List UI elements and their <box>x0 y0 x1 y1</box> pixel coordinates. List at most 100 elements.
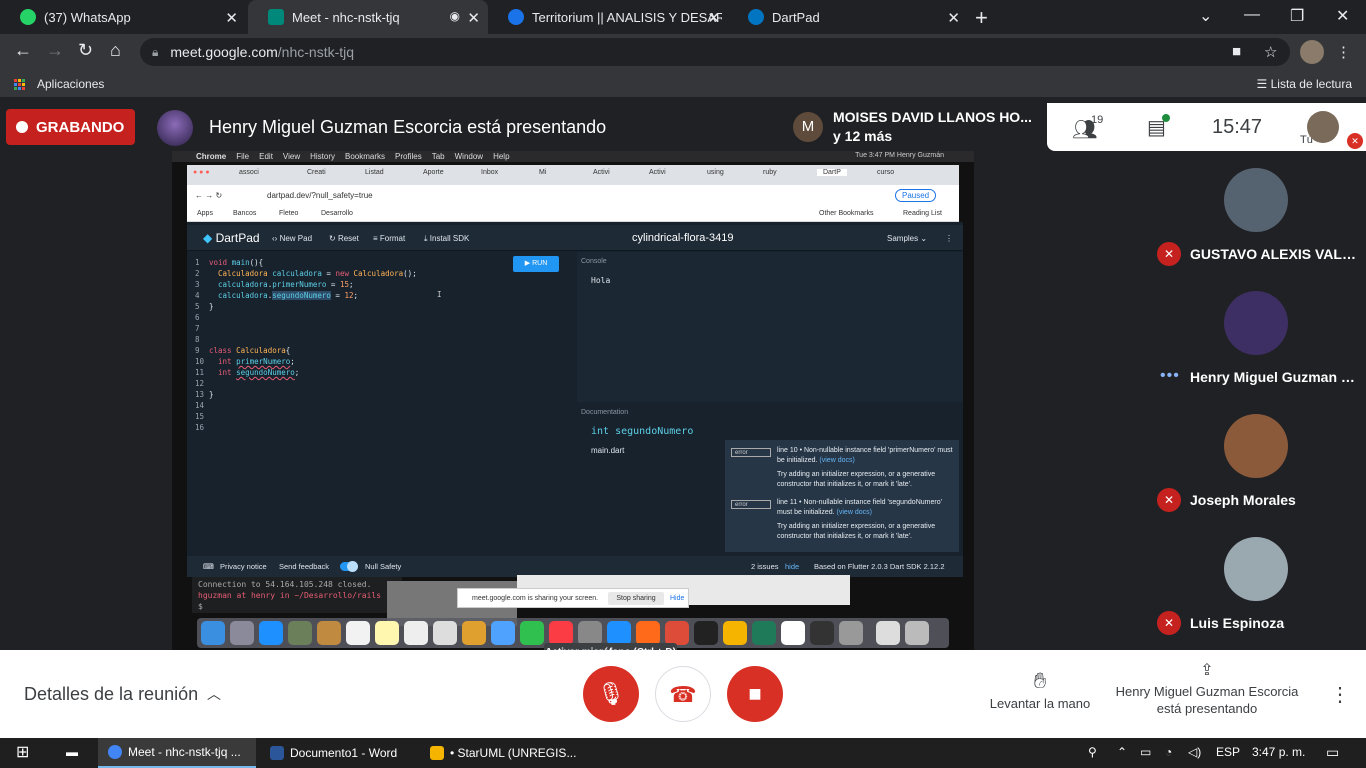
issue-message: line 10 • Non-nullable instance field 'p… <box>777 446 955 490</box>
keyboard-icon: ⌨ <box>203 562 214 571</box>
close-window-button[interactable]: ✕ <box>1336 6 1349 26</box>
menu-item: Chrome <box>196 152 227 161</box>
participant-name: Joseph Morales <box>1190 492 1296 508</box>
profile-avatar[interactable] <box>1300 40 1324 64</box>
camera-toggle-button[interactable]: ■ <box>727 666 783 722</box>
contacts-icon <box>317 621 341 645</box>
apps-label: Aplicaciones <box>37 77 105 91</box>
reload-icon[interactable]: ↻ <box>78 40 93 61</box>
system-clock[interactable]: 3:47 p. m. <box>1252 745 1305 759</box>
code-line: 6 <box>195 313 200 322</box>
inner-tab: Listad <box>365 169 384 176</box>
reading-list-label: Lista de lectura <box>1270 77 1352 91</box>
self-avatar[interactable] <box>1307 111 1339 143</box>
menu-item: File <box>236 152 250 161</box>
mic-toggle-button[interactable]: 🎙︎ <box>583 666 639 722</box>
camera-icon[interactable]: ■ <box>1232 43 1241 60</box>
github-icon <box>810 621 834 645</box>
people-icon[interactable]: ⚲ <box>1088 745 1097 759</box>
maximize-button[interactable]: ❐ <box>1290 6 1304 26</box>
stop-sharing-button: Stop sharing <box>608 592 664 605</box>
notifications-icon[interactable]: ▭ <box>1326 744 1339 761</box>
taskbar-item-word[interactable]: Documento1 - Word <box>260 738 418 768</box>
issue-tag: error <box>731 500 771 509</box>
trash-icon <box>905 621 929 645</box>
new-tab-button[interactable]: + <box>975 5 988 31</box>
dartpad-header: ◆ DartPad ‹› New Pad ↻ Reset ≡ Format ⤓ … <box>187 225 963 251</box>
presentation-status[interactable]: ⇪ Henry Miguel Guzman Escorcia está pres… <box>1110 662 1304 717</box>
notion-icon <box>781 621 805 645</box>
code-line: 15 <box>195 412 205 421</box>
new-pad-label: New Pad <box>279 234 313 243</box>
tab-dartpad[interactable]: DartPad ✕ <box>728 0 968 34</box>
home-icon[interactable]: ⌂ <box>110 40 121 61</box>
doc-file: main.dart <box>591 446 625 455</box>
tab-meet[interactable]: Meet - nhc-nstk-tjq ◉ ✕ <box>248 0 488 34</box>
reading-list[interactable]: ☰ Lista de lectura <box>1257 77 1352 91</box>
tab-search-icon[interactable]: ⌄ <box>1199 6 1212 26</box>
raise-hand-button[interactable]: ✋︎ Levantar la mano <box>986 668 1094 711</box>
menu-item: View <box>282 152 301 161</box>
meeting-clock: 15:47 <box>1212 116 1263 138</box>
dartpad-logo-text: DartPad <box>215 231 260 245</box>
maps-icon <box>433 621 457 645</box>
leave-call-button[interactable]: ☎︎ <box>655 666 711 722</box>
code-line: 2 Calculadora calculadora = new Calculad… <box>195 269 417 278</box>
taskbar-item-staruml[interactable]: • StarUML (UNREGIS... <box>420 738 580 768</box>
documentation-panel: Documentation int segundoNumero main.dar… <box>577 404 963 554</box>
inner-bookmarks: Apps Bancos Fleteo Desarrollo Other Book… <box>187 207 959 222</box>
volume-icon[interactable]: ◁) <box>1188 745 1201 759</box>
wifi-icon[interactable]: ◔ <box>1165 745 1172 759</box>
tab-territorium[interactable]: Territorium || ANALISIS Y DESARR ✕ <box>488 0 728 34</box>
task-view-icon[interactable]: ⊞ <box>16 742 29 762</box>
issues-popup: error line 10 • Non-nullable instance fi… <box>725 440 959 552</box>
taskbar-item-meet[interactable]: Meet - nhc-nstk-tjq ... <box>98 738 256 768</box>
back-icon[interactable]: ← <box>14 40 32 61</box>
reading-list-icon: ☰ <box>1256 77 1271 91</box>
tab-title: Meet - nhc-nstk-tjq <box>292 9 400 25</box>
inner-bookmark: Reading List <box>903 210 942 217</box>
inner-url: dartpad.dev/?null_safety=true <box>267 191 373 200</box>
participants-panel: ✕ GUSTAVO ALEXIS VALDE... ••• Henry Migu… <box>1148 151 1366 650</box>
inner-tab: Creati <box>307 169 326 176</box>
meeting-details-button[interactable]: Detalles de la reunión <box>24 684 198 705</box>
dartpad-logo: ◆ DartPad <box>203 231 260 245</box>
avatar <box>1224 168 1288 232</box>
menu-item: Edit <box>259 152 273 161</box>
chevron-up-icon[interactable]: ⌃ <box>1117 745 1127 759</box>
hide-issues-link: hide <box>785 562 800 571</box>
close-tab-icon[interactable]: ✕ <box>225 9 238 27</box>
participant-tile[interactable]: ✕ Joseph Morales <box>1148 397 1366 520</box>
close-tab-icon[interactable]: ✕ <box>947 9 960 27</box>
address-bar[interactable]: 🔒︎ meet.google.com /nhc-nstk-tjq <box>140 38 1290 66</box>
staruml-icon <box>430 746 444 760</box>
taskbar-item-label: Meet - nhc-nstk-tjq ... <box>128 745 241 759</box>
mac-status: Tue 3:47 PM Henry Guzmán <box>855 152 944 159</box>
participant-tile[interactable]: ••• Henry Miguel Guzman Es... <box>1148 274 1366 397</box>
mac-menubar: Chrome File Edit View History Bookmarks … <box>172 151 974 162</box>
terminal-icon <box>694 621 718 645</box>
featured-participant[interactable]: M MOISES DAVID LLANOS HO... y 12 más <box>785 103 1047 151</box>
more-options-icon[interactable]: ⋮ <box>1330 682 1350 707</box>
minimize-button[interactable]: — <box>1244 6 1260 24</box>
participant-tile[interactable]: ✕ GUSTAVO ALEXIS VALDE... <box>1148 151 1366 274</box>
whatsapp-icon <box>20 9 36 25</box>
participant-tile[interactable]: ✕ Luis Espinoza <box>1148 520 1366 643</box>
chevron-up-icon[interactable]: ︿ <box>207 684 221 704</box>
language-indicator[interactable]: ESP <box>1216 745 1240 759</box>
tab-whatsapp[interactable]: (37) WhatsApp ✕ <box>0 0 246 34</box>
present-screen-icon: ⇪ <box>1200 662 1214 679</box>
desktop-icon[interactable]: ▬ <box>66 745 78 759</box>
battery-icon[interactable]: ▭ <box>1140 745 1151 759</box>
bookmark-star-icon[interactable]: ☆ <box>1264 43 1277 61</box>
speaking-dots-icon: ••• <box>1160 367 1180 384</box>
format-button: ≡ Format <box>373 234 406 243</box>
close-tab-icon[interactable]: ✕ <box>467 9 480 27</box>
code-line: 4 calculadora.segundoNumero = 12; <box>195 291 359 300</box>
forward-icon[interactable]: → <box>46 40 64 61</box>
menu-icon[interactable]: ⋮ <box>1336 43 1351 61</box>
apps-shortcut[interactable]: Aplicaciones <box>14 77 104 91</box>
dartpad-footer: ⌨ Privacy notice Send feedback Null Safe… <box>187 556 963 577</box>
avatar <box>1224 414 1288 478</box>
close-tab-icon[interactable]: ✕ <box>707 9 720 27</box>
